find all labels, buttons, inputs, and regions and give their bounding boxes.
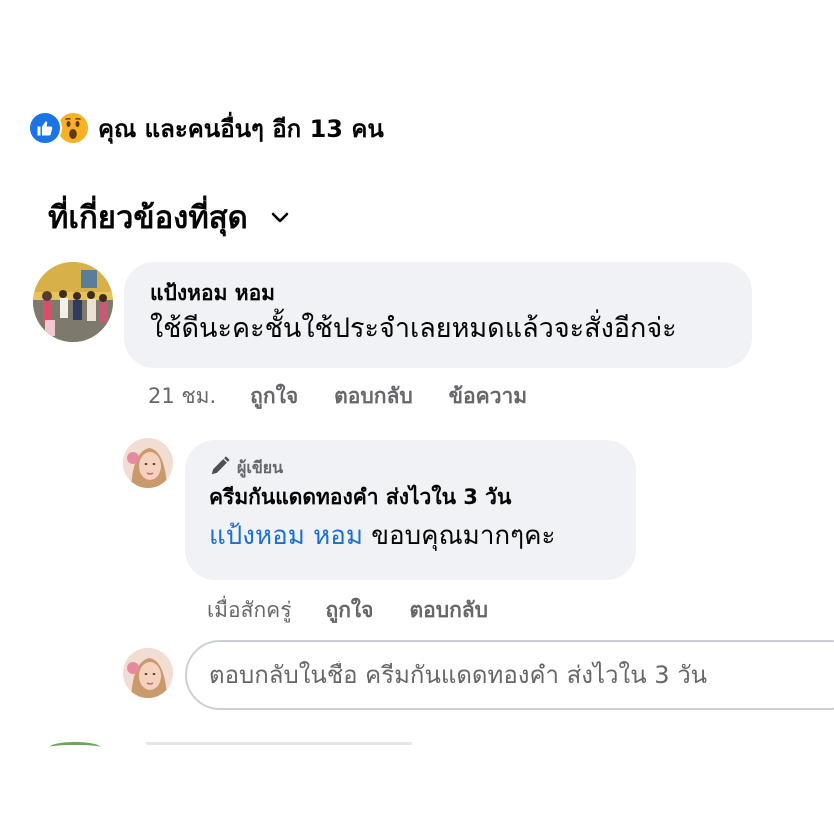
pencil-icon <box>209 455 231 481</box>
author-badge-label: ผู้เขียน <box>237 457 284 477</box>
reply-like-button[interactable]: ถูกใจ <box>326 594 374 627</box>
comment-author[interactable]: แป้งหอม หอม <box>150 278 726 308</box>
message-button[interactable]: ข้อความ <box>449 380 527 413</box>
reply-author[interactable]: ครีมกันแดดทองคำ ส่งไวใน 3 วัน <box>209 480 612 514</box>
reply-timestamp[interactable]: เมื่อสักครู่ <box>207 594 292 627</box>
reply-composer[interactable] <box>185 640 834 710</box>
author-badge: ผู้เขียน <box>209 456 612 480</box>
like-icon <box>28 111 62 145</box>
reactions-summary[interactable]: คุณ และคนอื่นๆ อีก 13 คน <box>28 110 384 146</box>
reply-reply-button[interactable]: ตอบกลับ <box>410 594 489 627</box>
reply-message: ขอบคุณมากๆคะ <box>363 521 556 551</box>
reactions-count-text: คุณ และคนอื่นๆ อีก 13 คน <box>98 114 384 143</box>
reply-text: แป้งหอม หอม ขอบคุณมากๆคะ <box>209 514 612 558</box>
comment-actions: 21 ชม. ถูกใจ ตอบกลับ ข้อความ <box>148 380 563 413</box>
reply-button[interactable]: ตอบกลับ <box>334 380 413 413</box>
sort-selector[interactable]: ที่เกี่ยวข้องที่สุด <box>48 192 290 242</box>
page-avatar[interactable] <box>123 438 173 488</box>
reply-input[interactable] <box>209 661 809 689</box>
next-comment-avatar <box>50 742 100 752</box>
reply-actions: เมื่อสักครู่ ถูกใจ ตอบกลับ <box>207 594 524 627</box>
commenter-avatar[interactable] <box>33 262 113 342</box>
chevron-down-icon <box>270 210 290 229</box>
comment-timestamp[interactable]: 21 ชม. <box>148 380 216 413</box>
next-comment-bubble <box>146 742 412 745</box>
composer-avatar <box>123 648 173 698</box>
mention-link[interactable]: แป้งหอม หอม <box>209 521 363 551</box>
comment-text: ใช้ดีนะคะชั้นใช้ประจำเลยหมดแล้วจะสั่งอีก… <box>150 313 677 344</box>
reply-bubble: ผู้เขียน ครีมกันแดดทองคำ ส่งไวใน 3 วัน แ… <box>185 440 636 580</box>
comment-bubble: แป้งหอม หอม ใช้ดีนะคะชั้นใช้ประจำเลยหมดแ… <box>124 262 752 368</box>
like-button[interactable]: ถูกใจ <box>250 380 298 413</box>
sort-label: ที่เกี่ยวข้องที่สุด <box>48 200 248 236</box>
